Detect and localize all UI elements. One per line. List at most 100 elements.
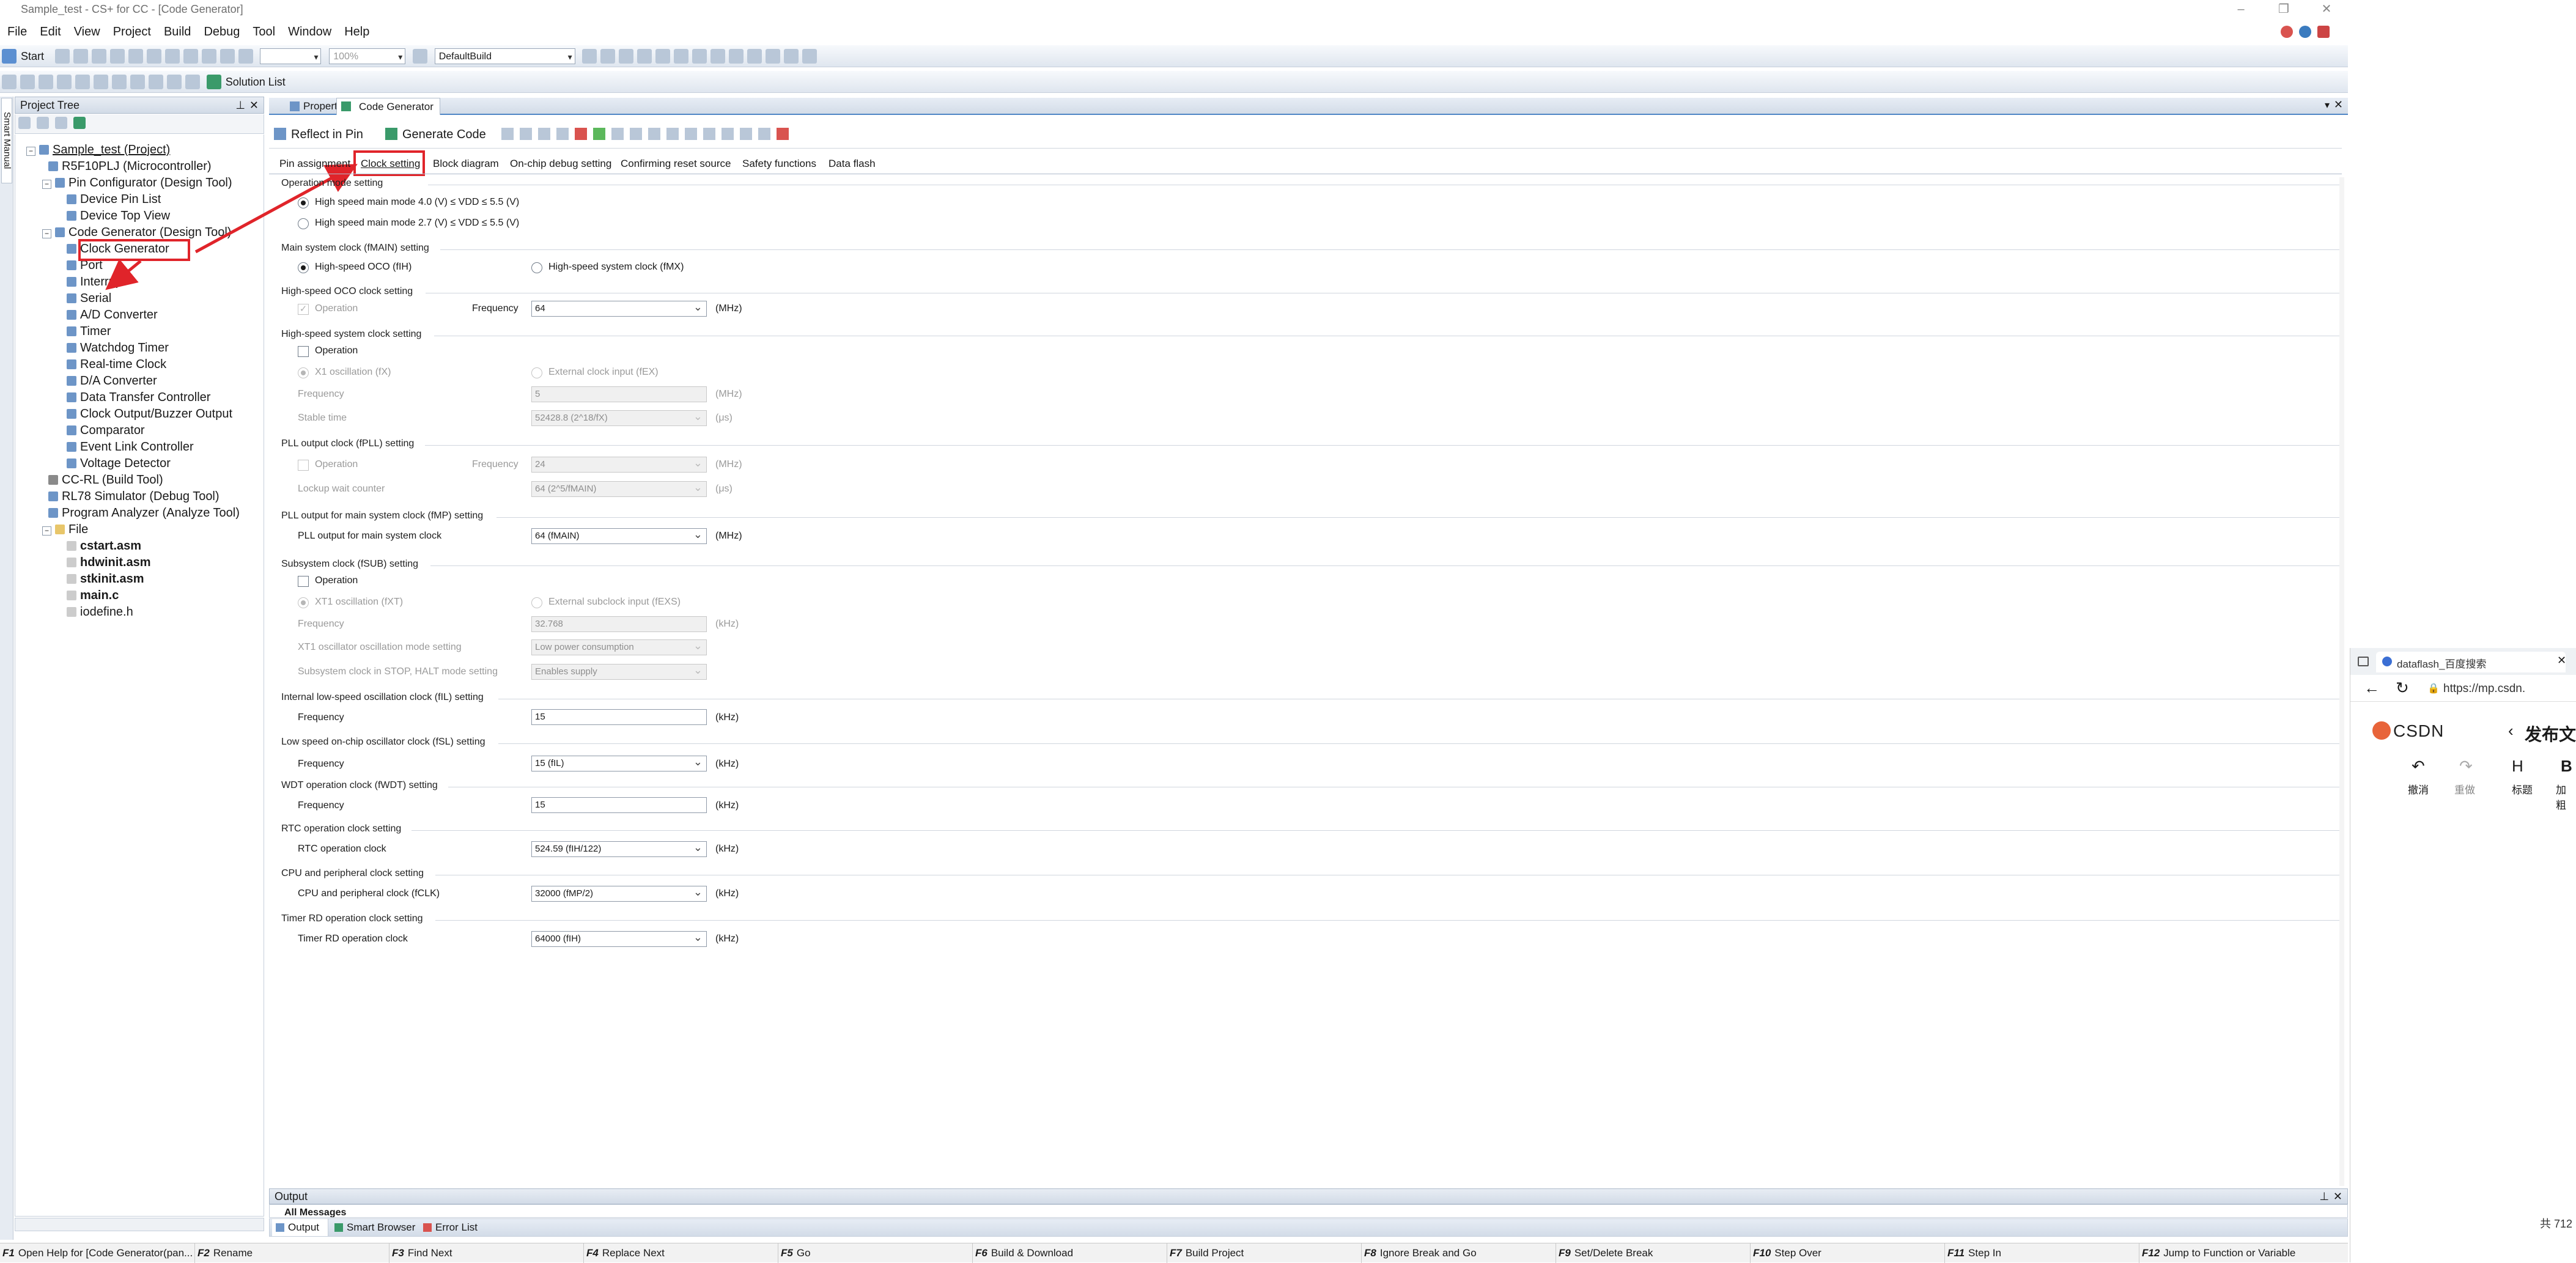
tool-icon[interactable] xyxy=(630,128,642,140)
hs-stable-time-select[interactable]: 52428.8 (2^18/fX) xyxy=(531,409,707,426)
pll-main-select[interactable]: 64 (fMAIN) xyxy=(531,527,707,544)
pin-icon[interactable]: ⊥ xyxy=(2319,1189,2329,1204)
panel-close-icon[interactable]: ✕ xyxy=(2333,1189,2342,1204)
tab-confirming-reset[interactable]: Confirming reset source xyxy=(621,155,731,172)
tab-safety-functions[interactable]: Safety functions xyxy=(742,155,816,172)
generate-code-icon xyxy=(385,128,397,140)
radio-external-clock[interactable] xyxy=(531,367,542,378)
tab-on-chip-debug[interactable]: On-chip debug setting xyxy=(510,155,611,172)
redo-icon[interactable]: ↷ xyxy=(2459,757,2473,776)
tab-block-diagram[interactable]: Block diagram xyxy=(433,155,499,172)
fkey-f6[interactable]: F6 Build & Download xyxy=(972,1243,1073,1263)
reload-icon[interactable]: ↻ xyxy=(2396,679,2409,698)
trd-clock-label: Timer RD operation clock xyxy=(298,933,408,944)
tool-icon[interactable] xyxy=(758,128,770,140)
tool-icon[interactable] xyxy=(520,128,532,140)
reflect-in-pin-button[interactable]: Reflect in Pin xyxy=(291,122,363,147)
radio-high-speed-4v[interactable] xyxy=(298,197,309,208)
tab-data-flash[interactable]: Data flash xyxy=(829,155,876,172)
tool-icon[interactable] xyxy=(556,128,569,140)
section-fsl: Low speed on-chip oscillator clock (fSL)… xyxy=(281,737,485,747)
fsl-frequency-select[interactable]: 15 (fIL) xyxy=(531,754,707,771)
pll-lockup-select[interactable]: 64 (2^5/fMAIN) xyxy=(531,480,707,497)
fkey-f8[interactable]: F8 Ignore Break and Go xyxy=(1361,1243,1477,1263)
tab-pin-assignment[interactable]: Pin assignment xyxy=(279,155,350,172)
tool-icon[interactable] xyxy=(703,128,715,140)
xt1-mode-select[interactable]: Low power consumption xyxy=(531,638,707,655)
separator xyxy=(430,565,2341,566)
fil-frequency-label: Frequency xyxy=(298,712,344,723)
section-subsystem: Subsystem clock (fSUB) setting xyxy=(281,559,419,569)
fkey-f1[interactable]: F1 Open Help for [Code Generator(pan... xyxy=(0,1243,193,1263)
separator xyxy=(411,830,2341,831)
rtc-clock-select[interactable]: 524.59 (fIH/122) xyxy=(531,840,707,857)
tool-icon[interactable] xyxy=(611,128,624,140)
bold-button[interactable]: B xyxy=(2561,757,2572,776)
wdt-frequency-input[interactable]: 15 xyxy=(531,797,707,813)
fkey-f9[interactable]: F9 Set/Delete Break xyxy=(1556,1243,1653,1263)
generate-code-button[interactable]: Generate Code xyxy=(402,122,486,147)
trd-clock-select[interactable]: 64000 (fIH) xyxy=(531,930,707,947)
oco-frequency-select[interactable]: 64 xyxy=(531,300,707,317)
heading-button[interactable]: H xyxy=(2512,757,2523,776)
back-icon[interactable]: ← xyxy=(2364,679,2380,698)
sub-operation-checkbox[interactable] xyxy=(298,576,309,587)
fkey-f11[interactable]: F11 Step In xyxy=(1944,1243,2001,1263)
pll-main-unit: (MHz) xyxy=(715,531,742,541)
sub-frequency-input[interactable]: 32.768 xyxy=(531,616,707,632)
tool-icon[interactable] xyxy=(593,128,605,140)
pll-main-label: PLL output for main system clock xyxy=(298,531,442,541)
radio-xt1-oscillation[interactable] xyxy=(298,597,309,608)
tab-menu-icon[interactable]: ▾ xyxy=(2325,99,2330,111)
tab-clock-setting[interactable]: Clock setting xyxy=(361,155,420,172)
tool-icon[interactable] xyxy=(648,128,660,140)
separator xyxy=(440,249,2341,250)
publish-title: 发布文 xyxy=(2525,725,2576,744)
radio-x1-oscillation[interactable] xyxy=(298,367,309,378)
doc-close-icon[interactable]: ✕ xyxy=(2334,98,2343,111)
tool-icon[interactable] xyxy=(538,128,550,140)
tab-smart-browser[interactable]: Smart Browser xyxy=(331,1219,415,1236)
fkey-f5[interactable]: F5 Go xyxy=(778,1243,811,1263)
fkey-f10[interactable]: F10 Step Over xyxy=(1750,1243,1821,1263)
undo-icon[interactable]: ↶ xyxy=(2412,757,2425,776)
tool-icon[interactable] xyxy=(666,128,679,140)
hs-frequency-input[interactable]: 5 xyxy=(531,386,707,402)
tool-icon[interactable] xyxy=(777,128,789,140)
cpu-clock-select[interactable]: 32000 (fMP/2) xyxy=(531,885,707,902)
separator xyxy=(435,920,2341,921)
tool-icon[interactable] xyxy=(722,128,734,140)
hs-operation-checkbox[interactable] xyxy=(298,346,309,357)
tab-overview-icon[interactable] xyxy=(2358,657,2369,666)
tool-icon[interactable] xyxy=(501,128,514,140)
sub-stop-select[interactable]: Enables supply xyxy=(531,663,707,680)
separator xyxy=(496,517,2341,518)
browser-tab-close-icon[interactable]: ✕ xyxy=(2557,654,2566,667)
separator xyxy=(269,148,2342,149)
main-scrollbar[interactable] xyxy=(2339,177,2344,1186)
hs-stable-time-label: Stable time xyxy=(298,413,347,423)
radio-high-speed-system[interactable] xyxy=(531,262,542,273)
tool-icon[interactable] xyxy=(740,128,752,140)
fkey-f3[interactable]: F3 Find Next xyxy=(389,1243,452,1263)
radio-high-speed-oco[interactable] xyxy=(298,262,309,273)
fkey-f4[interactable]: F4 Replace Next xyxy=(583,1243,665,1263)
radio-high-speed-27v[interactable] xyxy=(298,218,309,229)
tool-icon[interactable] xyxy=(575,128,587,140)
section-rtc: RTC operation clock setting xyxy=(281,823,402,834)
tool-icon[interactable] xyxy=(685,128,697,140)
tab-code-generator[interactable]: Code Generator xyxy=(336,98,440,115)
fkey-f7[interactable]: F7 Build Project xyxy=(1167,1243,1244,1263)
section-wdt: WDT operation clock (fWDT) setting xyxy=(281,780,438,790)
browser-tab-title: dataflash_百度搜索 xyxy=(2397,658,2487,670)
oco-operation-checkbox[interactable]: ✓ xyxy=(298,304,309,315)
fkey-f12[interactable]: F12 Jump to Function or Variable xyxy=(2139,1243,2295,1263)
radio-external-subclock[interactable] xyxy=(531,597,542,608)
pll-operation-checkbox[interactable] xyxy=(298,460,309,471)
hs-frequency-unit: (MHz) xyxy=(715,389,742,399)
address-bar[interactable]: https://mp.csdn. xyxy=(2443,682,2525,696)
fil-frequency-input[interactable]: 15 xyxy=(531,709,707,725)
back-chevron-icon[interactable]: ‹ xyxy=(2508,721,2514,740)
pll-frequency-select[interactable]: 24 xyxy=(531,455,707,473)
fkey-f2[interactable]: F2 Rename xyxy=(194,1243,253,1263)
